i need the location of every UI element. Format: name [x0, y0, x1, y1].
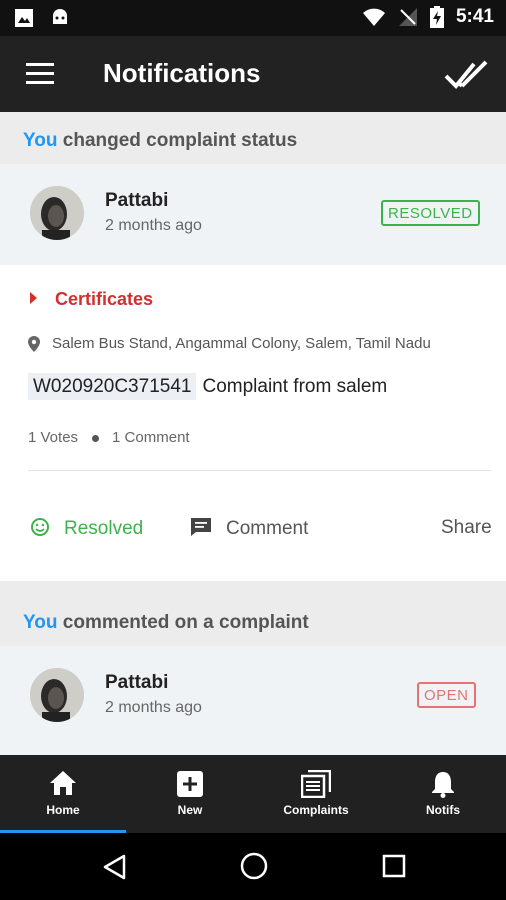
smiley-icon — [31, 518, 49, 536]
nav-label: Complaints — [283, 803, 349, 817]
notification-user-row[interactable]: Pattabi 2 months ago OPEN — [0, 646, 506, 755]
nav-label: Home — [46, 803, 80, 817]
list-icon — [301, 770, 331, 798]
status-bar: 5:41 — [0, 0, 506, 36]
no-signal-icon — [398, 8, 417, 26]
image-icon — [15, 9, 33, 27]
page-title: Notifications — [103, 58, 261, 88]
complaint-category: Certificates — [30, 289, 153, 310]
notification-time: 2 months ago — [105, 699, 202, 716]
notification-time: 2 months ago — [105, 217, 202, 234]
notification-text: changed complaint status — [62, 130, 298, 151]
mark-all-read-icon[interactable] — [444, 54, 490, 94]
comments-count: 1 Comment — [112, 429, 190, 446]
resolved-button[interactable]: Resolved — [30, 517, 143, 540]
wifi-icon — [362, 8, 385, 26]
home-circle-icon[interactable] — [240, 852, 268, 880]
avatar — [30, 668, 84, 722]
complaint-title-line: W020920C371541 Complaint from salem — [28, 373, 388, 400]
divider — [28, 470, 491, 471]
complaint-card[interactable]: Certificates Salem Bus Stand, Angammal C… — [0, 265, 506, 581]
comment-button[interactable]: Comment — [190, 517, 308, 540]
share-button[interactable]: Share — [441, 517, 492, 539]
home-icon — [50, 771, 76, 795]
actor-label: You — [23, 130, 58, 151]
system-navigation-bar — [0, 833, 506, 900]
back-icon[interactable] — [102, 854, 126, 880]
status-time: 5:41 — [455, 6, 494, 27]
android-icon — [53, 9, 67, 24]
user-name: Pattabi — [105, 672, 169, 693]
nav-label: New — [177, 803, 203, 817]
votes-count: 1 Votes — [28, 429, 79, 446]
complaint-id: W020920C371541 — [28, 373, 197, 400]
location-pin-icon — [28, 336, 40, 353]
nav-complaints[interactable]: Complaints — [253, 755, 379, 833]
app-bar: Notifications — [0, 36, 506, 112]
arrow-right-icon — [30, 292, 37, 305]
complaint-title: Complaint from salem — [202, 376, 388, 397]
bottom-navigation: Home New Complaints Notifs — [0, 755, 506, 833]
nav-new[interactable]: New — [127, 755, 253, 833]
notification-text: commented on a complaint — [62, 612, 309, 633]
menu-icon[interactable] — [26, 63, 54, 84]
complaint-stats: 1 Votes 1 Comment — [28, 429, 190, 446]
complaint-location: Salem Bus Stand, Angammal Colony, Salem,… — [28, 335, 431, 353]
battery-charging-icon — [429, 6, 444, 28]
nav-notifs[interactable]: Notifs — [380, 755, 506, 833]
user-name: Pattabi — [105, 190, 169, 211]
add-box-icon — [177, 771, 203, 797]
avatar — [30, 186, 84, 240]
actor-label: You — [23, 612, 58, 633]
nav-home[interactable]: Home — [0, 755, 126, 833]
notification-header: You commented on a complaint — [0, 594, 506, 646]
nav-label: Notifs — [426, 803, 460, 817]
bell-icon — [432, 772, 454, 798]
notification-user-row[interactable]: Pattabi 2 months ago RESOLVED — [0, 164, 506, 265]
status-badge: RESOLVED — [381, 200, 480, 226]
recent-apps-icon[interactable] — [382, 854, 406, 878]
comment-icon — [191, 518, 211, 536]
status-badge: OPEN — [417, 682, 476, 708]
notification-header: You changed complaint status — [0, 112, 506, 164]
